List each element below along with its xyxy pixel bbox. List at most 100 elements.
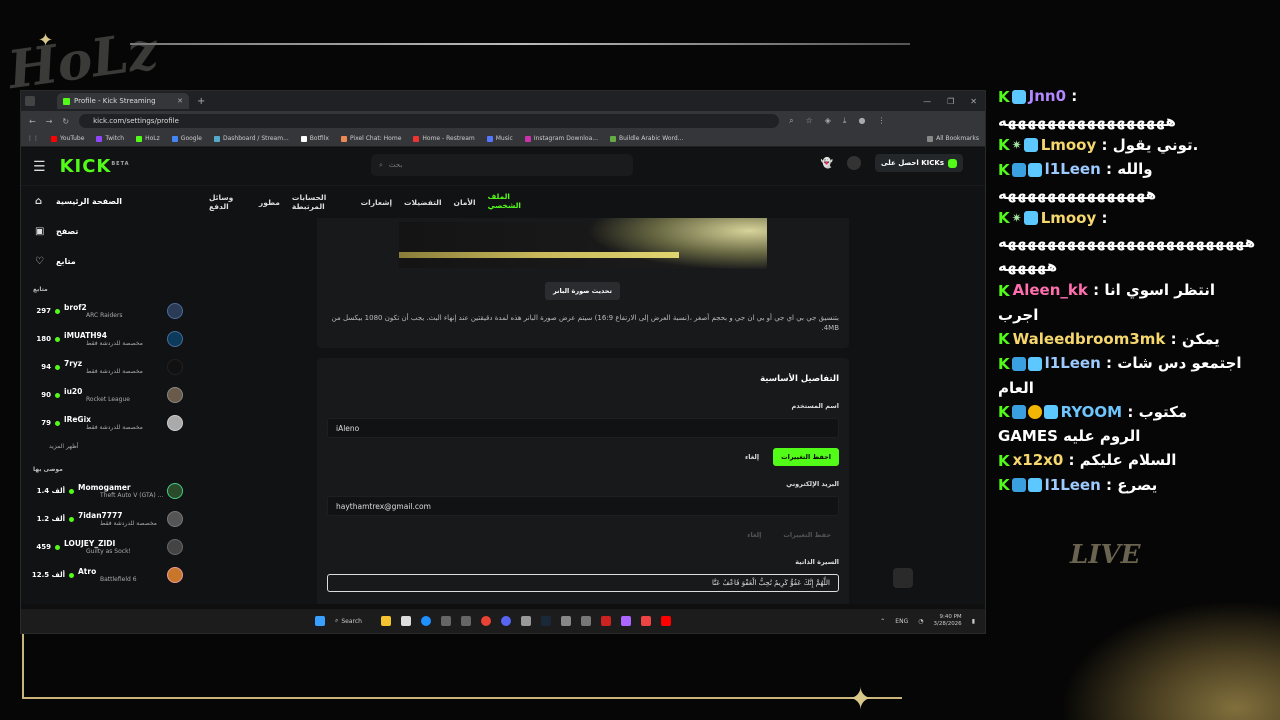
hamburger-menu-icon[interactable]: ☰ <box>33 159 46 175</box>
zoom-icon[interactable]: ⌕ <box>789 116 793 126</box>
edge-icon[interactable] <box>421 616 431 626</box>
username-field[interactable]: iAleno <box>327 418 839 438</box>
app-icon[interactable] <box>581 616 591 626</box>
all-bookmarks[interactable]: All Bookmarks <box>927 135 985 142</box>
discord-icon[interactable] <box>501 616 511 626</box>
apps-icon[interactable]: ⋮⋮ <box>27 135 39 142</box>
floating-action-icon[interactable] <box>893 568 913 588</box>
back-icon[interactable]: ← <box>29 117 36 126</box>
chat-username[interactable]: l1Leen <box>1045 160 1101 178</box>
notification-icon[interactable]: ▮ <box>972 618 975 625</box>
tab-payment-methods[interactable]: وسائل الدفع <box>207 185 249 219</box>
lang-indicator[interactable]: ENG <box>895 618 908 625</box>
steam-icon[interactable] <box>541 616 551 626</box>
bookmark-label: Google <box>180 135 202 142</box>
url-field[interactable]: kick.com/settings/profile <box>79 114 780 128</box>
app-icon[interactable] <box>601 616 611 626</box>
app-icon[interactable] <box>441 616 451 626</box>
bookmark-item[interactable]: Buildle Arabic Word... <box>609 135 683 142</box>
bookmark-star-icon[interactable]: ☆ <box>806 116 813 126</box>
download-icon[interactable]: ⤓ <box>843 116 847 126</box>
following-channel[interactable]: 297 brof2 ARC Raiders <box>21 297 191 325</box>
network-icon[interactable]: ◔ <box>918 618 923 625</box>
chat-username[interactable]: Lmooy <box>1041 209 1097 227</box>
tab-developer[interactable]: مطور <box>257 190 282 215</box>
close-window-icon[interactable]: ✕ <box>970 97 977 106</box>
recommended-channel[interactable]: 1.2 ألف 7idan7777 مخصصة للدردشة فقط <box>21 505 191 533</box>
chat-username[interactable]: x12x0 <box>1013 451 1064 469</box>
bookmark-item[interactable]: Twitch <box>96 135 124 142</box>
sidebar-item-browse[interactable]: ▣ تصفح <box>21 216 191 246</box>
clock[interactable]: 9:40 PM 3/28/2026 <box>933 614 961 627</box>
tray-chevron-icon[interactable]: ⌃ <box>880 618 885 625</box>
file-explorer-icon[interactable] <box>381 616 391 626</box>
recommended-channel[interactable]: 459 LOUJEY_ZIDI Guilty as Sock! <box>21 533 191 561</box>
search-input[interactable]: ⌕ بحث <box>371 154 633 176</box>
tab-security[interactable]: الأمان <box>452 190 478 215</box>
store-icon[interactable] <box>401 616 411 626</box>
youtube-icon[interactable] <box>661 616 671 626</box>
chrome-icon[interactable] <box>481 616 491 626</box>
app-icon[interactable] <box>641 616 651 626</box>
tab-notifications[interactable]: إشعارات <box>359 190 394 215</box>
chat-username[interactable]: RYOOM <box>1061 403 1123 421</box>
bookmark-item[interactable]: Instagram Downloa... <box>524 135 598 142</box>
chat-username[interactable]: Aleen_kk <box>1013 281 1088 299</box>
avatar[interactable] <box>847 156 862 170</box>
bookmark-item[interactable]: YouTube <box>51 135 84 142</box>
windows-start-icon[interactable] <box>315 616 325 626</box>
bookmark-item[interactable]: Botfilx <box>300 135 329 142</box>
chat-username[interactable]: Jnn0 <box>1029 87 1066 105</box>
profile-icon[interactable]: ● <box>858 116 865 126</box>
sidebar-item-following[interactable]: ♡ متابع <box>21 246 191 276</box>
following-channel[interactable]: 79 lReGix مخصصة للدردشة فقط <box>21 409 191 437</box>
recommended-channel[interactable]: 1.4 ألف Momogamer Theft Auto V (GTA) ... <box>21 477 191 505</box>
reload-icon[interactable]: ↻ <box>62 117 69 126</box>
chat-username[interactable]: Lmooy <box>1041 136 1097 154</box>
chat-username[interactable]: l1Leen <box>1045 476 1101 494</box>
show-more-link[interactable]: أظهر المزيد <box>21 437 191 456</box>
recommended-channel[interactable]: 12.5 ألف Atro Battlefield 6 <box>21 561 191 589</box>
app-icon[interactable] <box>521 616 531 626</box>
bookmark-item[interactable]: Pixel Chat: Home <box>340 135 401 142</box>
browser-tab[interactable]: Profile - Kick Streaming ✕ <box>57 93 189 109</box>
save-button[interactable]: احفظ التغييرات <box>773 448 839 466</box>
new-tab-icon[interactable]: + <box>197 96 205 107</box>
kick-logo[interactable]: KICKBETA <box>60 156 130 177</box>
sidebar-item-home[interactable]: ⌂ الصفحة الرئيسية <box>21 186 191 216</box>
bookmark-item[interactable]: Google <box>171 135 202 142</box>
email-field[interactable]: haythamtrex@gmail.com <box>327 496 839 516</box>
restore-icon[interactable]: ❐ <box>947 97 954 106</box>
ghost-icon[interactable]: 👻 <box>821 158 833 169</box>
update-banner-button[interactable]: تحديث صورة البانر <box>545 282 620 300</box>
cancel-button[interactable]: إلغاء <box>745 453 759 461</box>
following-channel[interactable]: 90 iu20 Rocket League <box>21 381 191 409</box>
minimize-icon[interactable]: — <box>923 97 931 106</box>
extension-icon[interactable]: ◈ <box>825 116 831 126</box>
bio-field[interactable]: اللَّهُمَّ إِنَّكَ عَفُوٌّ كَرِيمٌ تُحِب… <box>327 574 839 592</box>
save-button[interactable]: حفظ التغييرات <box>775 526 839 544</box>
bookmark-item[interactable]: Music <box>486 135 513 142</box>
cancel-button[interactable]: إلغاء <box>747 531 761 539</box>
chat-username[interactable]: l1Leen <box>1045 354 1101 372</box>
tab-preferences[interactable]: التفضيلات <box>402 190 444 215</box>
app-icon[interactable] <box>621 616 631 626</box>
tab-linked-accounts[interactable]: الحسابات المرتبطة <box>290 185 351 219</box>
following-channel[interactable]: 94 7ryz مخصصة للدردشة فقط <box>21 353 191 381</box>
tab-menu-icon[interactable] <box>25 96 35 106</box>
forward-icon[interactable]: → <box>46 117 53 126</box>
chat-username[interactable]: Waleedbroom3mk <box>1013 330 1166 348</box>
bookmark-label: HoLz <box>145 135 160 142</box>
bookmark-item[interactable]: Dashboard / Stream... <box>213 135 289 142</box>
taskbar-search[interactable]: ⌕ Search <box>335 617 371 625</box>
channel-avatar <box>167 303 183 319</box>
following-channel[interactable]: 180 iMUATH94 مخصصة للدردشة فقط <box>21 325 191 353</box>
menu-dots-icon[interactable]: ⋮ <box>877 116 885 126</box>
close-tab-icon[interactable]: ✕ <box>177 97 183 105</box>
bookmark-item[interactable]: Home - Restream <box>413 135 475 142</box>
bookmark-item[interactable]: HoLz <box>136 135 160 142</box>
get-kicks-button[interactable]: احصل على KICKs <box>875 154 963 172</box>
app-icon[interactable] <box>461 616 471 626</box>
tab-profile[interactable]: الملف الشخصي <box>485 184 537 220</box>
app-icon[interactable] <box>561 616 571 626</box>
